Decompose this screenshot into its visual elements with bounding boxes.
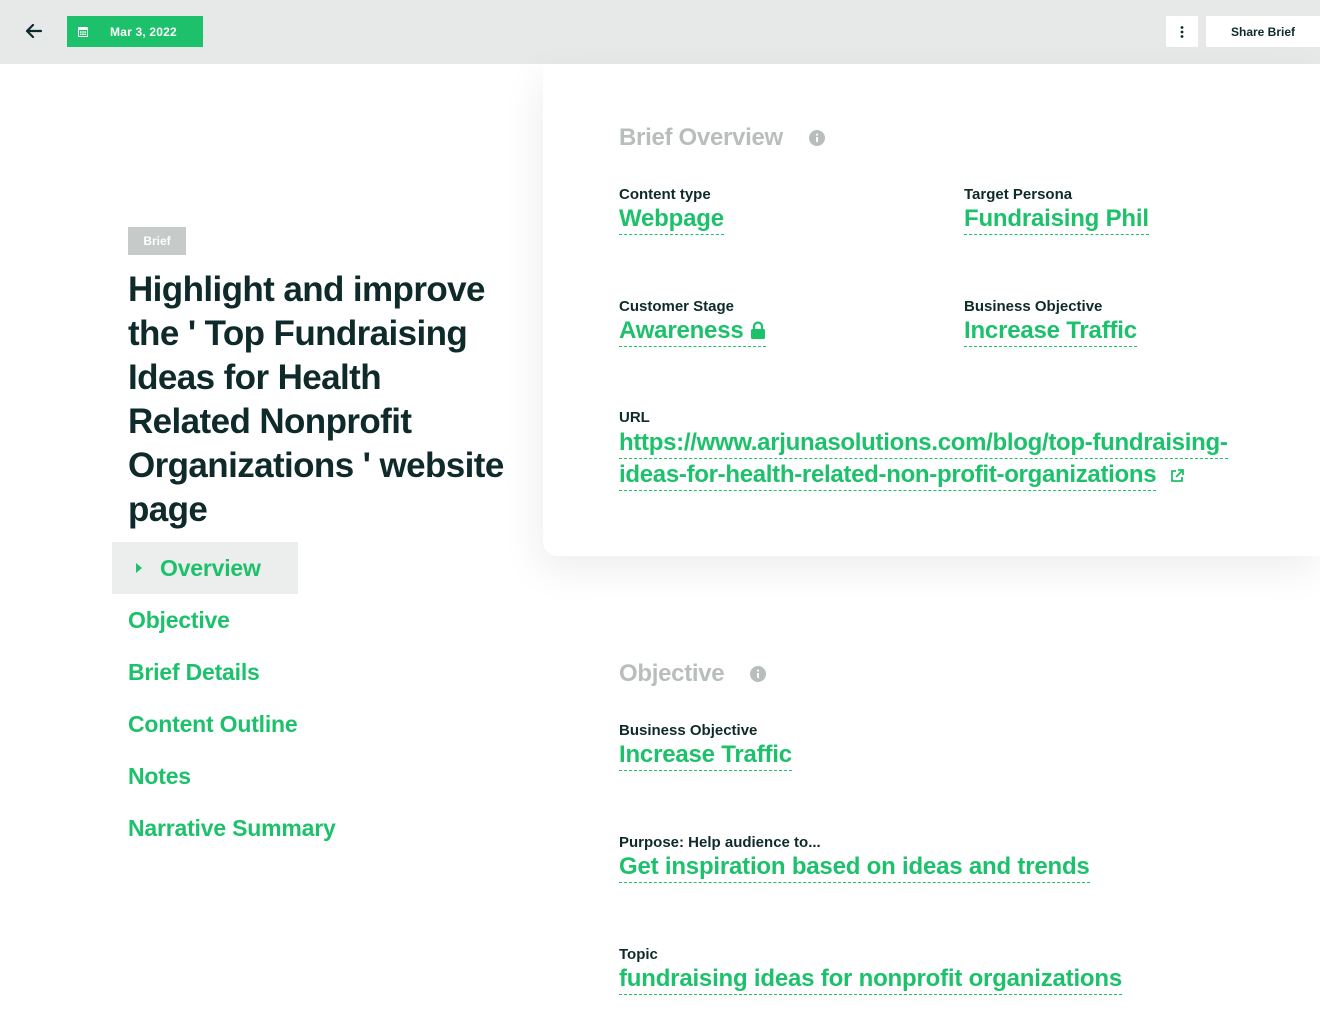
url-field: URL https://www.arjunasolutions.com/blog… xyxy=(619,409,1259,491)
section-title-text: Objective xyxy=(619,660,725,687)
more-vertical-icon xyxy=(1180,25,1184,38)
info-icon[interactable] xyxy=(750,666,767,682)
nav-item-content-outline[interactable]: Content Outline xyxy=(112,698,412,750)
section-title-text: Brief Overview xyxy=(619,124,783,151)
nav-item-objective[interactable]: Objective xyxy=(112,594,412,646)
customer-stage-value[interactable]: Awareness xyxy=(619,317,766,347)
back-button[interactable] xyxy=(20,17,48,45)
field-label: Target Persona xyxy=(964,186,1073,203)
target-persona-value[interactable]: Fundraising Phil xyxy=(964,205,1149,235)
field-label: Customer Stage xyxy=(619,298,735,315)
nav-item-notes[interactable]: Notes xyxy=(112,750,412,802)
target-persona-field: Target Persona Fundraising Phil xyxy=(964,186,1149,235)
date-label: Mar 3, 2022 xyxy=(110,24,177,39)
section-nav: Overview Objective Brief Details Content… xyxy=(112,542,412,854)
url-link-line-2[interactable]: ideas-for-health-related-non-profit-orga… xyxy=(619,460,1157,491)
info-icon[interactable] xyxy=(808,130,825,146)
field-label: Purpose: Help audience to... xyxy=(619,834,821,851)
nav-item-brief-details[interactable]: Brief Details xyxy=(112,646,412,698)
customer-stage-field: Customer Stage Awareness xyxy=(619,298,766,347)
url-link-line-1[interactable]: https://www.arjunasolutions.com/blog/top… xyxy=(619,428,1228,459)
top-bar: Mar 3, 2022 Share Brief xyxy=(0,0,1320,64)
field-label: Content type xyxy=(619,186,711,203)
external-link-icon[interactable] xyxy=(1170,469,1185,483)
nav-item-overview[interactable]: Overview xyxy=(112,542,298,594)
calendar-icon xyxy=(78,26,88,37)
caret-right-icon xyxy=(136,563,144,573)
brief-overview-heading: Brief Overview xyxy=(619,124,825,152)
date-button[interactable]: Mar 3, 2022 xyxy=(67,16,203,47)
nav-item-narrative-summary[interactable]: Narrative Summary xyxy=(112,802,412,854)
objective-business-objective-field: Business Objective Increase Traffic xyxy=(619,722,792,771)
nav-item-label: Overview xyxy=(160,554,261,581)
purpose-field: Purpose: Help audience to... Get inspira… xyxy=(619,834,1090,883)
arrow-left-icon xyxy=(26,24,42,38)
brief-badge: Brief xyxy=(128,227,186,255)
share-brief-button[interactable]: Share Brief xyxy=(1206,16,1320,47)
field-label: URL xyxy=(619,409,650,426)
page-title: Highlight and improve the ' Top Fundrais… xyxy=(128,270,504,529)
field-label: Business Objective xyxy=(619,722,758,739)
customer-stage-text: Awareness xyxy=(619,317,744,344)
business-objective-field: Business Objective Increase Traffic xyxy=(964,298,1137,347)
topic-field: Topic fundraising ideas for nonprofit or… xyxy=(619,946,1122,995)
objective-heading: Objective xyxy=(619,660,767,688)
content-type-value[interactable]: Webpage xyxy=(619,205,724,235)
content-type-field: Content type Webpage xyxy=(619,186,724,235)
more-options-button[interactable] xyxy=(1166,16,1198,47)
lock-icon xyxy=(750,318,766,339)
business-objective-value[interactable]: Increase Traffic xyxy=(964,317,1137,347)
topic-value[interactable]: fundraising ideas for nonprofit organiza… xyxy=(619,965,1122,995)
field-label: Topic xyxy=(619,946,658,963)
purpose-value[interactable]: Get inspiration based on ideas and trend… xyxy=(619,853,1090,883)
objective-business-objective-value[interactable]: Increase Traffic xyxy=(619,741,792,771)
field-label: Business Objective xyxy=(964,298,1103,315)
